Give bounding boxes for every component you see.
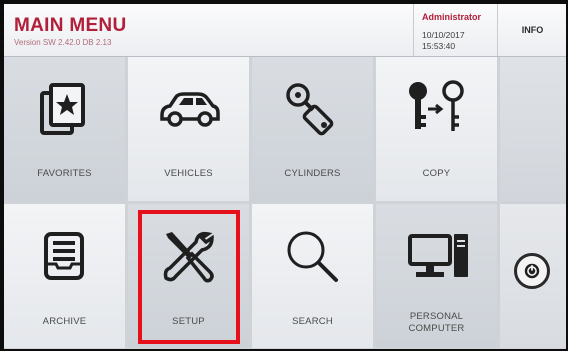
side-panel — [500, 204, 566, 348]
tile-label: FAVORITES — [37, 168, 92, 179]
tile-vehicles[interactable]: VEHICLES — [128, 57, 249, 201]
key-cylinder-icon — [286, 83, 334, 136]
tile-cylinders[interactable]: CYLINDERS — [252, 57, 373, 201]
power-button[interactable] — [514, 253, 550, 289]
archive-tray-icon — [44, 232, 84, 280]
tile-label: PERSONAL — [409, 311, 464, 322]
tile-label: ARCHIVE — [42, 316, 87, 327]
tile-label: VEHICLES — [164, 168, 213, 179]
tile-search[interactable]: SEARCH — [252, 204, 373, 348]
tile-label: SETUP — [172, 316, 205, 327]
tile-archive[interactable]: ARCHIVE — [4, 204, 125, 348]
touch-screen: MAIN MENU Version SW 2.42.0 DB 2.13 Admi… — [4, 4, 566, 349]
tile-copy[interactable]: COPY — [376, 57, 497, 201]
tile-label-line2: COMPUTER — [408, 323, 465, 334]
magnifier-icon — [287, 231, 338, 282]
page-title: MAIN MENU — [14, 15, 127, 36]
tile-personal-computer[interactable]: PERSONAL COMPUTER — [376, 204, 497, 348]
version-text: Version SW 2.42.0 DB 2.13 — [14, 38, 112, 47]
user-status: Administrator 10/10/2017 15:53:40 — [413, 4, 498, 56]
tile-label: COPY — [422, 168, 451, 179]
favorites-icon — [40, 83, 85, 135]
header-bar: MAIN MENU Version SW 2.42.0 DB 2.13 Admi… — [4, 4, 566, 57]
wrench-screwdriver-icon — [163, 231, 214, 283]
car-icon — [160, 92, 220, 127]
key-copy-icon — [409, 80, 464, 131]
power-icon — [524, 263, 540, 279]
tile-label: CYLINDERS — [284, 168, 341, 179]
tile-setup[interactable]: SETUP — [128, 204, 249, 348]
info-button[interactable]: INFO — [497, 4, 566, 56]
user-name: Administrator — [422, 12, 482, 22]
computer-icon — [408, 234, 468, 277]
tile-label: SEARCH — [292, 316, 333, 327]
time-text: 15:53:40 — [422, 41, 456, 51]
tile-favorites[interactable]: FAVORITES — [4, 57, 125, 201]
date-text: 10/10/2017 — [422, 30, 465, 40]
side-panel — [500, 57, 566, 201]
